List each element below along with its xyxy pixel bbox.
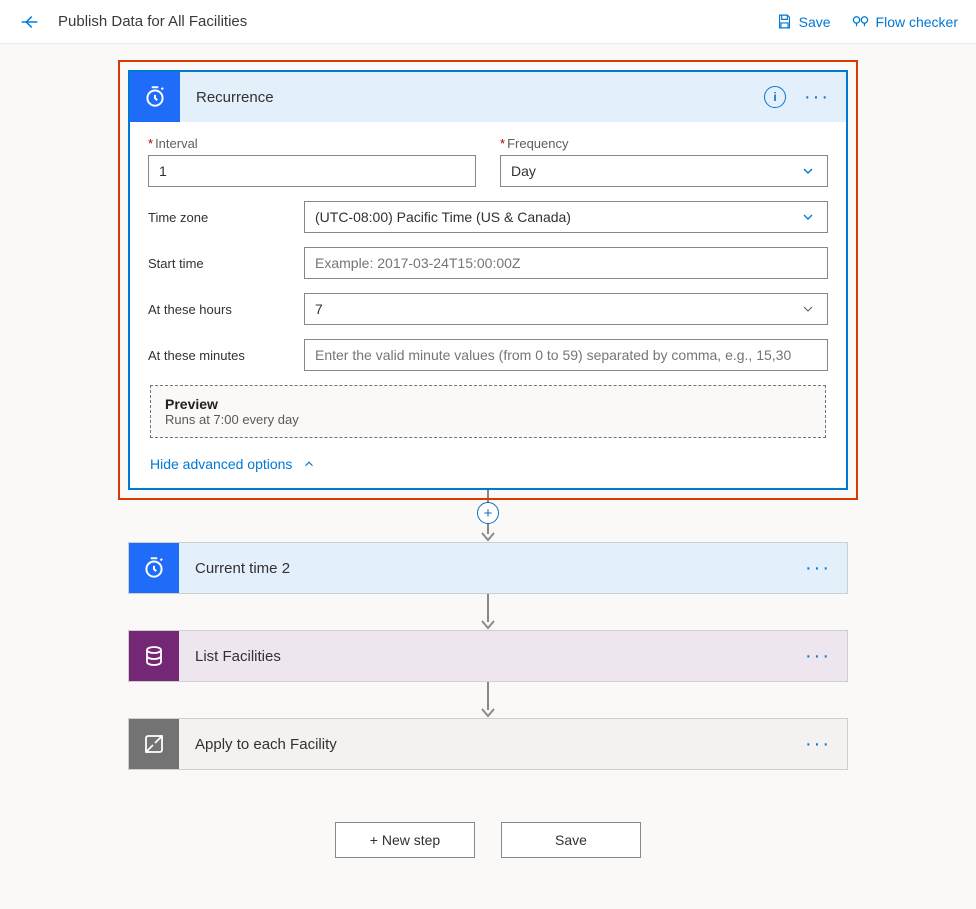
save-button[interactable]: Save xyxy=(501,822,641,858)
list-facilities-title: List Facilities xyxy=(179,648,281,665)
save-label: Save xyxy=(799,14,831,30)
hide-advanced-label: Hide advanced options xyxy=(150,456,292,472)
recurrence-head-actions: i ··· xyxy=(764,86,846,108)
connector-2 xyxy=(481,594,495,630)
starttime-label: Start time xyxy=(148,256,288,271)
minutes-field xyxy=(304,339,828,371)
interval-frequency-row: Interval Frequency xyxy=(148,136,828,187)
current-time-head[interactable]: Current time 2 ··· xyxy=(129,543,847,593)
timezone-label: Time zone xyxy=(148,210,288,225)
hours-value[interactable] xyxy=(304,293,828,325)
preview-box: Preview Runs at 7:00 every day xyxy=(150,385,826,438)
starttime-row: Start time xyxy=(148,247,828,279)
list-facilities-head[interactable]: List Facilities ··· xyxy=(129,631,847,681)
database-icon xyxy=(129,631,179,681)
frequency-select[interactable] xyxy=(500,155,828,187)
minutes-row: At these minutes xyxy=(148,339,828,371)
clock-icon xyxy=(129,543,179,593)
interval-label: Interval xyxy=(148,136,476,151)
save-command[interactable]: Save xyxy=(776,13,831,30)
flow-checker-icon xyxy=(851,12,870,31)
top-bar: Publish Data for All Facilities Save Flo… xyxy=(0,0,976,44)
apply-each-head[interactable]: Apply to each Facility ··· xyxy=(129,719,847,769)
more-menu[interactable]: ··· xyxy=(804,87,830,107)
more-menu[interactable]: ··· xyxy=(805,646,831,666)
current-time-title: Current time 2 xyxy=(179,560,290,577)
arrow-down-icon xyxy=(481,620,495,630)
connector-1: + xyxy=(477,490,499,542)
recurrence-card-wrap: Recurrence i ··· Interval Frequency xyxy=(128,70,848,490)
arrow-down-icon xyxy=(481,532,495,542)
minutes-label: At these minutes xyxy=(148,348,288,363)
preview-text: Runs at 7:00 every day xyxy=(165,412,811,427)
more-menu[interactable]: ··· xyxy=(805,558,831,578)
recurrence-head[interactable]: Recurrence i ··· xyxy=(130,72,846,122)
preview-title: Preview xyxy=(165,396,811,412)
top-bar-right: Save Flow checker xyxy=(776,12,958,31)
connector-line xyxy=(487,594,489,622)
new-step-button[interactable]: + New step xyxy=(335,822,475,858)
flow-title: Publish Data for All Facilities xyxy=(58,13,247,30)
timezone-row: Time zone xyxy=(148,201,828,233)
arrow-down-icon xyxy=(481,708,495,718)
top-bar-left: Publish Data for All Facilities xyxy=(18,11,247,33)
hours-select[interactable] xyxy=(304,293,828,325)
list-facilities-card[interactable]: List Facilities ··· xyxy=(128,630,848,682)
add-step-button[interactable]: + xyxy=(477,502,499,524)
recurrence-title: Recurrence xyxy=(180,89,274,106)
apply-each-card[interactable]: Apply to each Facility ··· xyxy=(128,718,848,770)
frequency-field: Frequency xyxy=(500,136,828,187)
hide-advanced-toggle[interactable]: Hide advanced options xyxy=(130,438,846,488)
hours-row: At these hours xyxy=(148,293,828,325)
save-icon xyxy=(776,13,793,30)
interval-field: Interval xyxy=(148,136,476,187)
starttime-input[interactable] xyxy=(304,247,828,279)
frequency-label: Frequency xyxy=(500,136,828,151)
recurrence-card[interactable]: Recurrence i ··· Interval Frequency xyxy=(128,70,848,490)
recurrence-body: Interval Frequency Time z xyxy=(130,122,846,438)
connector-line xyxy=(487,682,489,710)
interval-input[interactable] xyxy=(148,155,476,187)
flow-checker-command[interactable]: Flow checker xyxy=(851,12,958,31)
clock-icon xyxy=(130,72,180,122)
timezone-value[interactable] xyxy=(304,201,828,233)
info-icon[interactable]: i xyxy=(764,86,786,108)
chevron-up-icon xyxy=(302,457,316,471)
footer-buttons: + New step Save xyxy=(335,822,641,858)
hours-label: At these hours xyxy=(148,302,288,317)
current-time-card[interactable]: Current time 2 ··· xyxy=(128,542,848,594)
minutes-input[interactable] xyxy=(304,339,828,371)
connector-3 xyxy=(481,682,495,718)
back-arrow-icon[interactable] xyxy=(18,11,40,33)
timezone-select[interactable] xyxy=(304,201,828,233)
flow-checker-label: Flow checker xyxy=(876,14,958,30)
apply-each-title: Apply to each Facility xyxy=(179,736,337,753)
frequency-value[interactable] xyxy=(500,155,828,187)
flow-canvas: Recurrence i ··· Interval Frequency xyxy=(0,44,976,888)
more-menu[interactable]: ··· xyxy=(805,734,831,754)
starttime-field xyxy=(304,247,828,279)
loop-icon xyxy=(129,719,179,769)
